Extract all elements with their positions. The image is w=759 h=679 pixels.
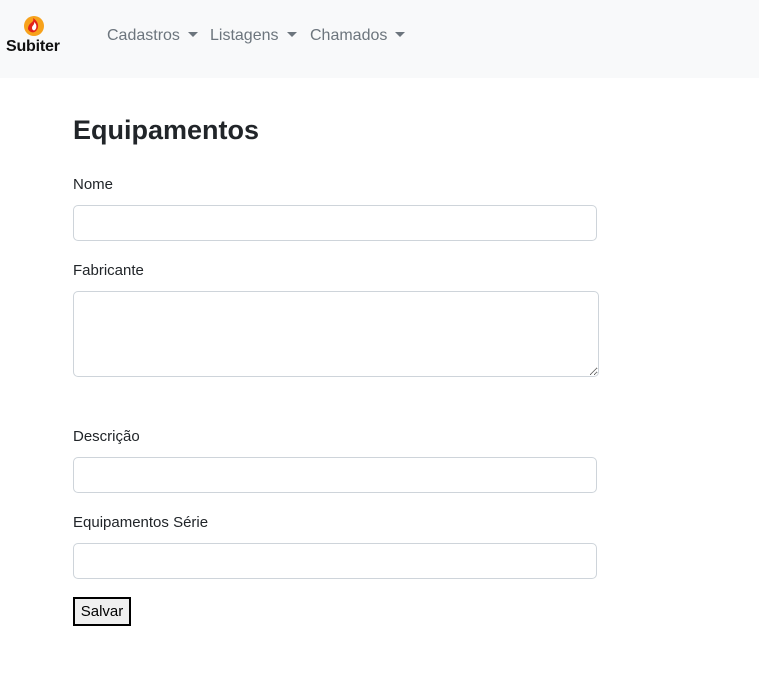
navbar: Subiter Cadastros Listagens Chamados	[0, 0, 759, 78]
nav-dropdown-cadastros[interactable]: Cadastros	[107, 27, 198, 45]
fabricante-textarea[interactable]	[73, 291, 599, 377]
page-title: Equipamentos	[73, 115, 260, 145]
serie-label: Equipamentos Série	[73, 514, 209, 531]
nav-dropdown-chamados[interactable]: Chamados	[310, 27, 406, 45]
nome-input[interactable]	[73, 205, 597, 241]
nav-label-listagens: Listagens	[210, 27, 279, 44]
descricao-label: Descrição	[73, 428, 140, 445]
nav-label-cadastros: Cadastros	[107, 27, 180, 44]
flame-logo-icon	[24, 16, 44, 36]
brand-link[interactable]: Subiter	[5, 14, 65, 58]
descricao-input[interactable]	[73, 457, 597, 493]
nav-dropdown-listagens[interactable]: Listagens	[210, 27, 297, 45]
caret-down-icon	[395, 32, 406, 37]
nav-label-chamados: Chamados	[310, 27, 388, 44]
caret-down-icon	[187, 32, 198, 37]
save-button[interactable]: Salvar	[73, 597, 131, 626]
brand-name: Subiter	[6, 38, 60, 55]
caret-down-icon	[286, 32, 297, 37]
fabricante-label: Fabricante	[73, 262, 144, 279]
nome-label: Nome	[73, 176, 114, 193]
serie-input[interactable]	[73, 543, 597, 579]
